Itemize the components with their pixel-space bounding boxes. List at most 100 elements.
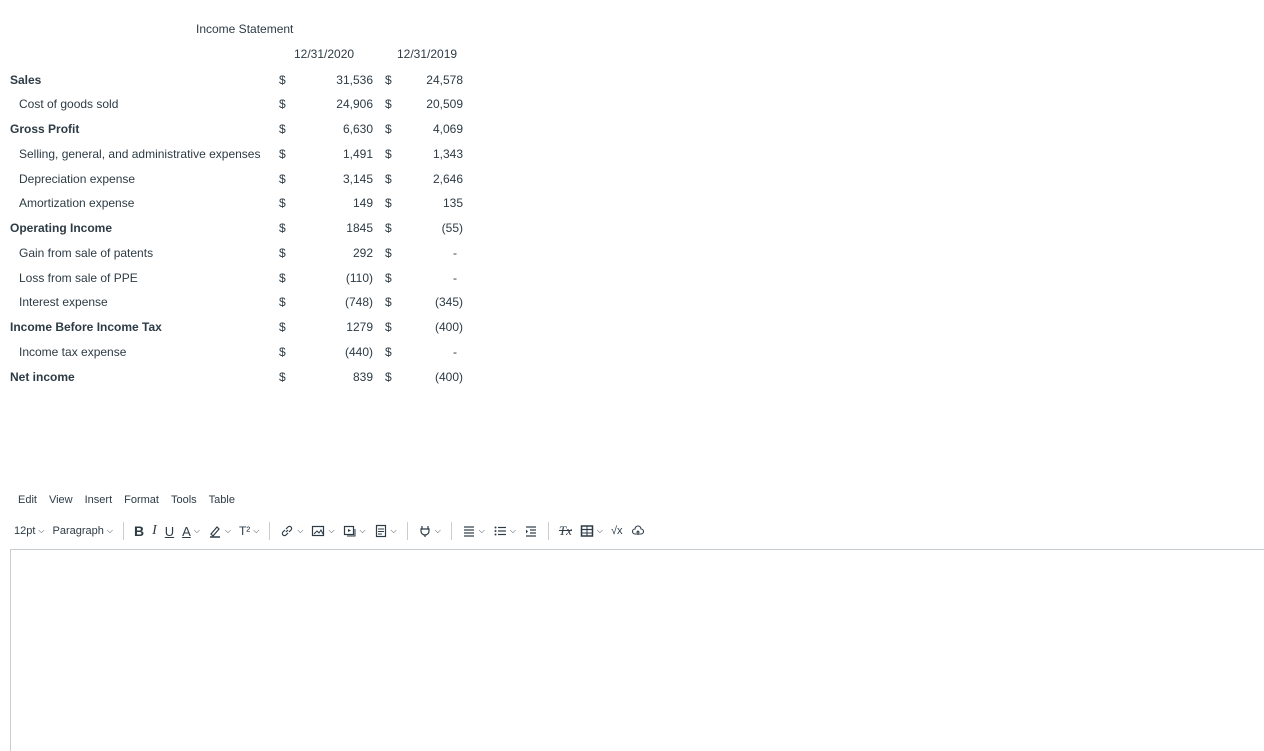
value-2019: 1,343 [432,147,463,161]
currency-2020: $ [279,122,286,136]
document-icon [375,524,386,538]
plug-icon [420,526,430,537]
toolbar-divider [122,522,124,540]
chevron-down-icon: ⌵ [193,526,200,535]
currency-2019: $ [385,295,392,309]
font-size-value: 12pt [14,525,36,537]
currency-2020: $ [279,73,286,87]
image-button[interactable]: ⌵ [307,520,338,542]
menu-tools[interactable]: Tools [171,494,197,506]
currency-2020: $ [279,320,286,334]
image-icon [312,525,325,537]
align-button[interactable]: ⌵ [458,520,489,542]
statement-title: Income Statement [196,22,294,36]
value-2019: 4,069 [432,122,463,136]
math-button[interactable]: √x [607,520,627,542]
currency-2019: $ [385,147,392,161]
row-operating-income: Operating Income $ 1845 $ (55) [0,219,480,237]
value-2019: - [453,345,457,359]
link-button[interactable]: ⌵ [276,520,307,542]
value-2020: 24,906 [336,97,373,111]
chevron-down-icon: ⌵ [596,526,603,535]
superscript-icon: T² [238,524,251,538]
clear-format-icon: Tx [558,523,572,538]
chevron-down-icon: ⌵ [106,526,113,535]
row-net-income: Net income $ 839 $ (400) [0,368,480,386]
indent-icon [525,526,536,537]
row-sga: Selling, general, and administrative exp… [0,145,480,163]
row-label: Gain from sale of patents [19,246,154,260]
block-format-value: Paragraph [52,525,104,537]
currency-2019: $ [385,345,392,359]
row-label: Depreciation expense [19,172,136,186]
value-2019: (400) [434,320,463,334]
underline-button[interactable]: U [161,520,178,542]
highlight-button[interactable]: ⌵ [204,520,235,542]
list-icon [494,526,506,536]
chevron-down-icon: ⌵ [38,526,45,535]
row-loss-ppe: Loss from sale of PPE $ (110) $ - [0,269,480,287]
chevron-down-icon: ⌵ [509,526,516,535]
currency-2019: $ [385,73,392,87]
value-2020: 6,630 [342,122,373,136]
value-2020: (748) [344,295,373,309]
italic-button[interactable]: I [148,520,161,542]
superscript-button[interactable]: T² ⌵ [235,520,263,542]
row-income-before-tax: Income Before Income Tax $ 1279 $ (400) [0,318,480,336]
value-2020: 1,491 [342,147,373,161]
currency-2019: $ [385,97,392,111]
value-2019: - [453,246,457,260]
value-2020: 1845 [346,221,373,235]
value-2020: 1279 [346,320,373,334]
currency-2020: $ [279,246,286,260]
menu-format[interactable]: Format [124,494,159,506]
block-format-dropdown[interactable]: Paragraph ⌵ [49,520,117,542]
currency-2020: $ [279,295,286,309]
media-icon [343,525,356,537]
list-button[interactable]: ⌵ [489,520,520,542]
media-button[interactable]: ⌵ [339,520,370,542]
editor-content-area[interactable] [10,549,1264,751]
value-2019: 135 [442,196,463,210]
currency-2019: $ [385,320,392,334]
highlighter-icon [209,526,220,538]
chevron-down-icon: ⌵ [328,526,335,535]
value-2019: (55) [441,221,463,235]
bold-button[interactable]: B [130,520,148,542]
chevron-down-icon: ⌵ [297,526,304,535]
indent-button[interactable] [520,520,542,542]
currency-2019: $ [385,196,392,210]
table-icon [580,525,594,537]
currency-2019: $ [385,122,392,136]
menu-view[interactable]: View [49,494,73,506]
cloud-icon [631,525,644,535]
toolbar-divider [547,522,549,540]
row-label: Selling, general, and administrative exp… [19,147,261,161]
menu-edit[interactable]: Edit [18,494,37,506]
table-button[interactable]: ⌵ [576,520,607,542]
clear-formatting-button[interactable]: Tx [555,520,576,542]
row-label: Net income [10,370,75,384]
chevron-down-icon: ⌵ [253,526,260,535]
currency-2020: $ [279,172,286,186]
document-button[interactable]: ⌵ [370,520,401,542]
toolbar-divider [406,522,408,540]
value-2020: 31,536 [336,73,373,87]
apps-button[interactable]: ⌵ [414,520,445,542]
cloud-upload-button[interactable] [627,520,649,542]
align-icon [463,526,474,537]
font-size-dropdown[interactable]: 12pt ⌵ [10,520,49,542]
currency-2019: $ [385,271,392,285]
toolbar-divider [450,522,452,540]
value-2019: 20,509 [426,97,463,111]
value-2019: 24,578 [426,73,463,87]
menu-insert[interactable]: Insert [85,494,113,506]
editor-toolbar: 12pt ⌵ Paragraph ⌵ B I U A ⌵ ⌵ T² ⌵ ⌵ ⌵ … [10,520,649,542]
text-color-button[interactable]: A ⌵ [178,520,204,542]
row-amortization: Amortization expense $ 149 $ 135 [0,194,480,212]
chevron-down-icon: ⌵ [390,526,397,535]
value-2019: - [453,271,457,285]
menu-table[interactable]: Table [209,494,235,506]
currency-2019: $ [385,172,392,186]
currency-2020: $ [279,271,286,285]
